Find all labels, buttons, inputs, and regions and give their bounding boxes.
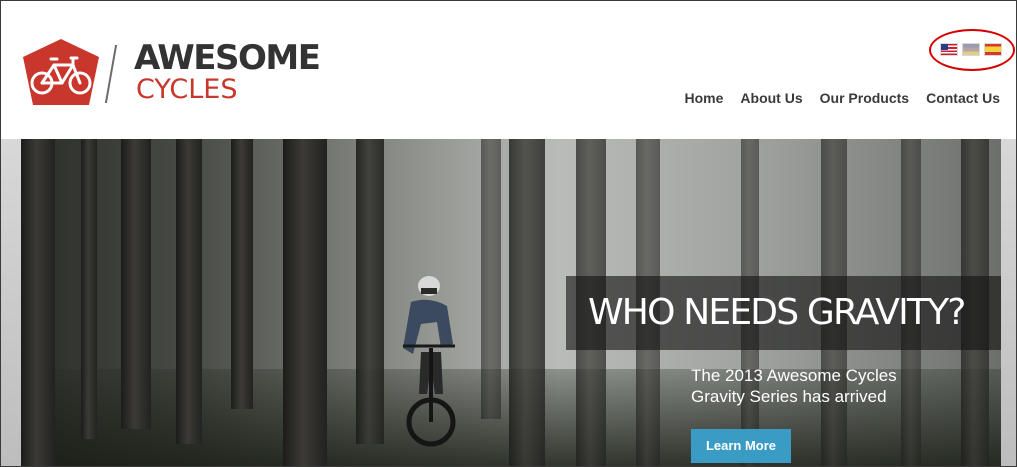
tree-trunk xyxy=(121,139,151,429)
tree-trunk xyxy=(283,139,327,466)
site-header: AWESOME CYCLES Home About Us Our Product… xyxy=(1,1,1016,139)
hero-subtext: The 2013 Awesome Cycles Gravity Series h… xyxy=(691,366,897,406)
learn-more-button[interactable]: Learn More xyxy=(691,429,791,463)
tree-trunk xyxy=(21,139,55,466)
bicycle-logo-icon xyxy=(23,39,99,105)
hero-side-shade-right xyxy=(1001,139,1016,466)
mountain-biker-image xyxy=(403,276,456,447)
tree-trunk xyxy=(356,139,384,444)
page-frame: AWESOME CYCLES Home About Us Our Product… xyxy=(0,0,1017,467)
hero-headline: WHO NEEDS GRAVITY? xyxy=(588,292,966,333)
logo-word-secondary: CYCLES xyxy=(136,74,238,105)
tree-trunk xyxy=(481,139,501,419)
tree-trunk xyxy=(81,139,97,439)
headline-banner: WHO NEEDS GRAVITY? xyxy=(566,276,1001,350)
spanish-flag-icon[interactable] xyxy=(985,44,1001,55)
main-nav: Home About Us Our Products Contact Us xyxy=(685,90,1001,106)
logo-divider xyxy=(104,45,118,103)
hero-banner: WHO NEEDS GRAVITY? The 2013 Awesome Cycl… xyxy=(21,139,1001,466)
us-flag-icon[interactable] xyxy=(941,44,957,55)
logo-word-primary: AWESOME xyxy=(134,38,321,78)
nav-item-contact-us[interactable]: Contact Us xyxy=(926,90,1000,106)
tree-trunk xyxy=(176,139,202,444)
german-flag-icon[interactable] xyxy=(963,44,979,55)
nav-item-about-us[interactable]: About Us xyxy=(740,90,802,106)
tree-trunk xyxy=(231,139,253,409)
language-selector xyxy=(929,29,1015,71)
nav-item-home[interactable]: Home xyxy=(685,90,724,106)
site-logo[interactable]: AWESOME CYCLES xyxy=(21,37,321,109)
tree-trunk xyxy=(509,139,545,466)
hero-side-shade-left xyxy=(1,139,21,466)
nav-item-our-products[interactable]: Our Products xyxy=(820,90,909,106)
